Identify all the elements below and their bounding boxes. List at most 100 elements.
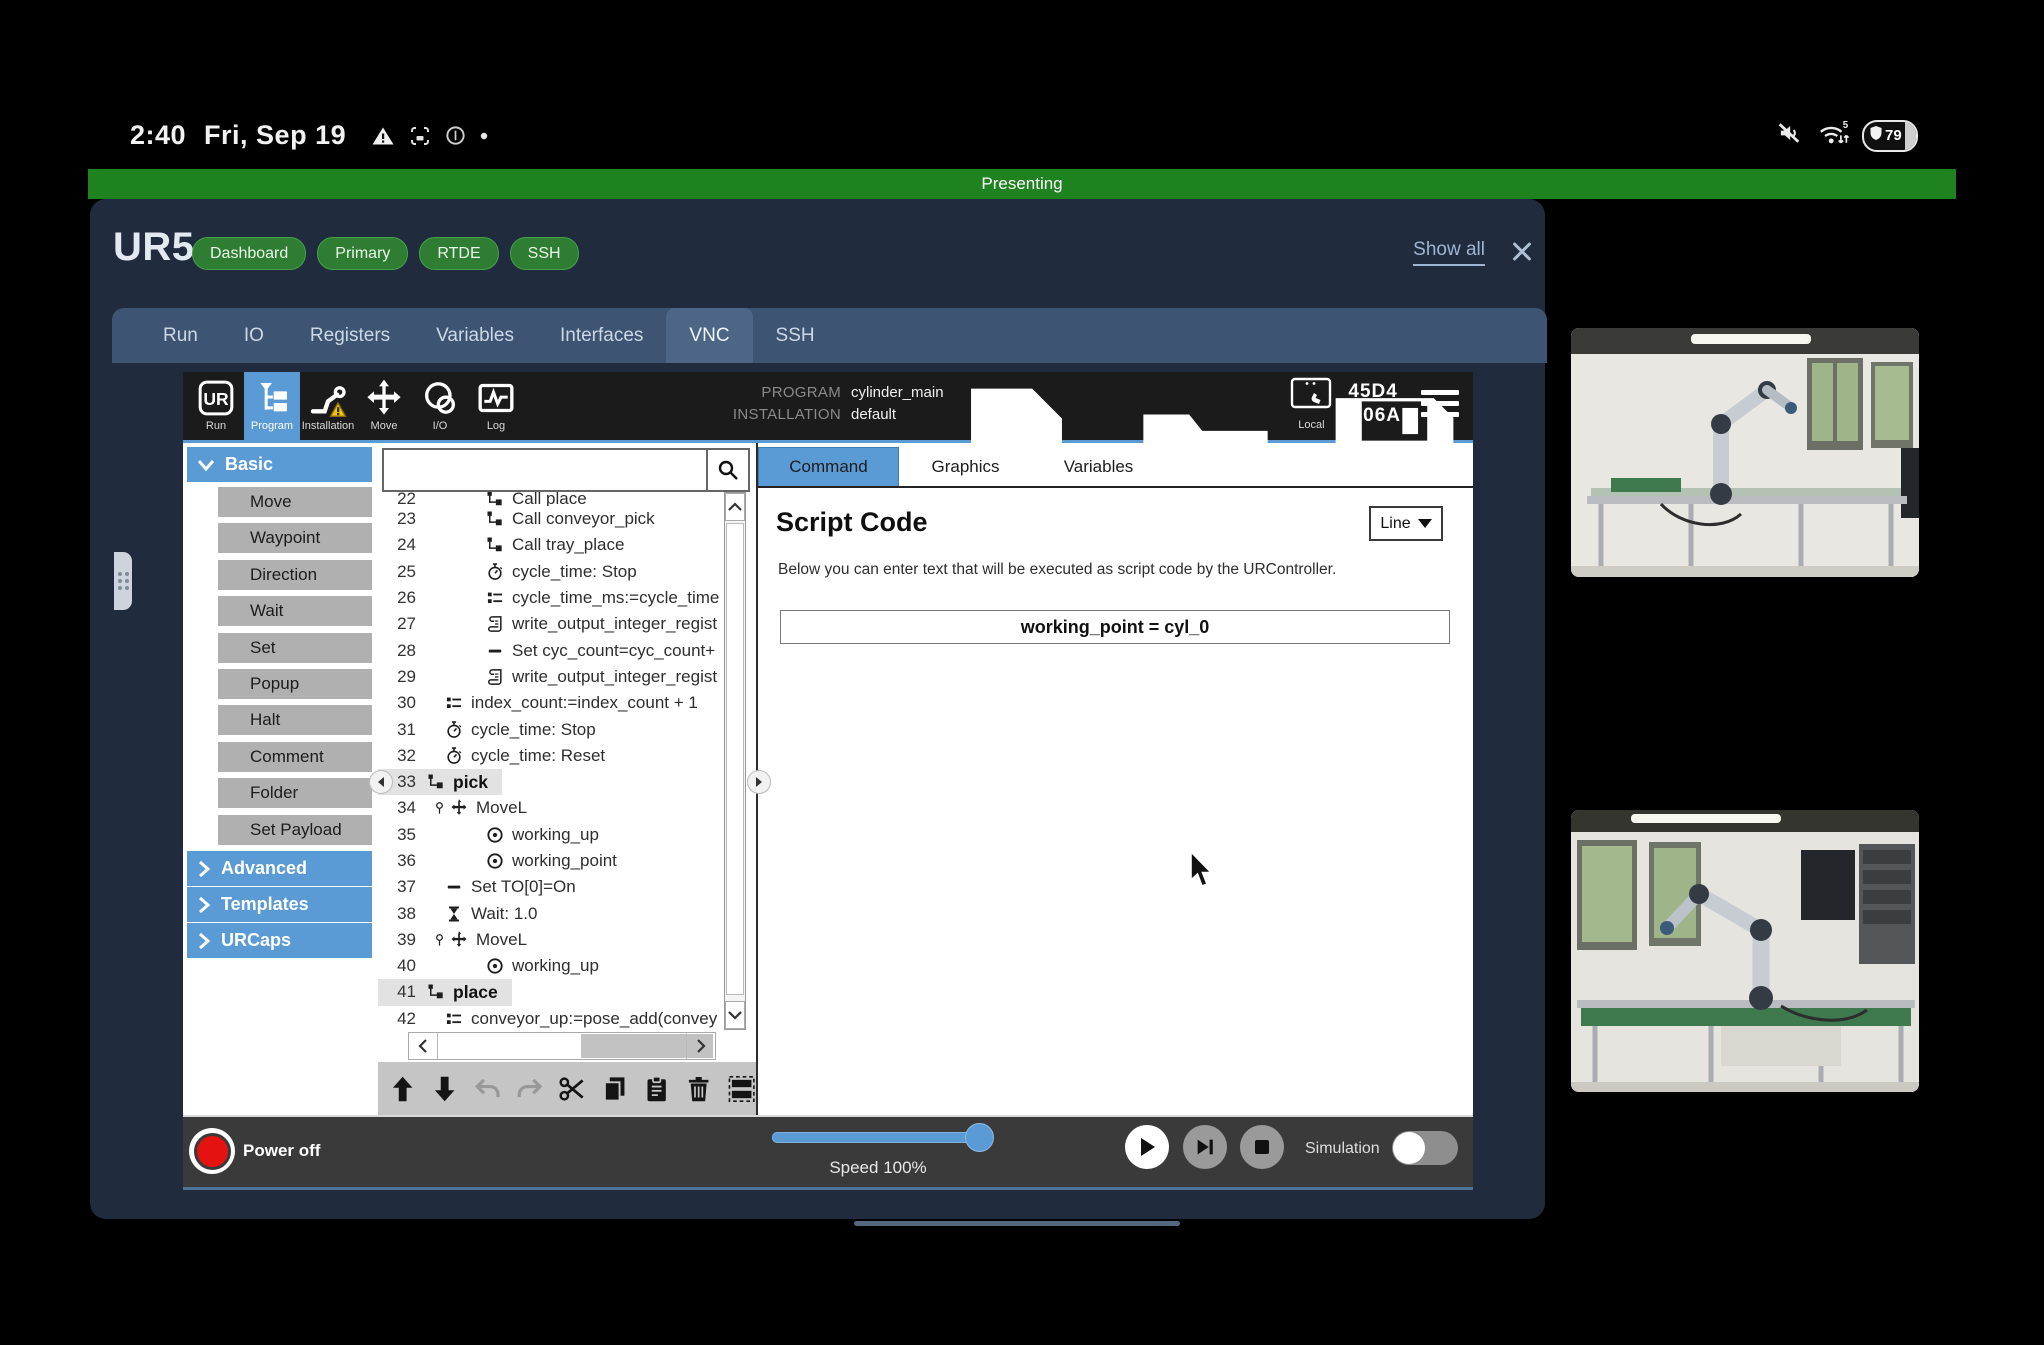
- polyscope-nav-item[interactable]: I/O: [412, 372, 468, 440]
- sidebar-section-advanced[interactable]: Advanced: [187, 851, 372, 886]
- program-tree-row[interactable]: 27 write_output_integer_regist: [378, 611, 724, 637]
- expand-panel-handle[interactable]: [747, 770, 771, 794]
- step-button[interactable]: [1183, 1125, 1227, 1169]
- play-button[interactable]: [1125, 1125, 1169, 1169]
- scroll-right-icon[interactable]: [686, 1033, 715, 1059]
- sidebar-item-set[interactable]: Set: [218, 633, 372, 663]
- sidebar-section-templates[interactable]: Templates: [187, 887, 372, 922]
- command-panel-tab[interactable]: Graphics: [899, 447, 1032, 486]
- polyscope-nav-item[interactable]: Log: [468, 372, 524, 440]
- hamburger-menu-icon[interactable]: [1415, 384, 1465, 423]
- sidebar-item-direction[interactable]: Direction: [218, 560, 372, 590]
- app-header: UR5 DashboardPrimaryRTDESSH Show all: [90, 199, 1545, 307]
- sidebar-item-wait[interactable]: Wait: [218, 596, 372, 626]
- scrollbar-thumb[interactable]: [726, 523, 744, 995]
- sidebar-section-urcaps[interactable]: URCaps: [187, 923, 372, 958]
- polyscope-nav-item[interactable]: Installation: [300, 372, 356, 440]
- search-input[interactable]: [384, 450, 706, 490]
- program-tree-row[interactable]: 24 Call tray_place: [378, 532, 724, 558]
- program-tree-row[interactable]: 41 place: [378, 979, 724, 1005]
- assign-icon: [444, 1009, 464, 1029]
- program-tree-row[interactable]: 25 cycle_time: Stop: [378, 559, 724, 585]
- program-tree-row[interactable]: 32 cycle_time: Reset: [378, 743, 724, 769]
- cut-scissors-icon[interactable]: [557, 1073, 586, 1105]
- speed-slider[interactable]: [772, 1132, 989, 1143]
- polyscope-nav-item[interactable]: Program: [244, 372, 300, 440]
- program-tree-row[interactable]: 33 pick: [378, 769, 724, 795]
- program-tree-row[interactable]: 40 working_up: [378, 953, 724, 979]
- scroll-left-icon[interactable]: [409, 1033, 438, 1059]
- close-icon[interactable]: [1507, 237, 1537, 267]
- battery-shield-icon: 79: [1862, 120, 1918, 152]
- sidebar-item-set-payload[interactable]: Set Payload: [218, 815, 372, 845]
- simulation-toggle[interactable]: [1392, 1131, 1458, 1165]
- polyscope-nav-item[interactable]: Move: [356, 372, 412, 440]
- program-tree-row[interactable]: 23 Call conveyor_pick: [378, 506, 724, 532]
- program-tree-row[interactable]: 37 Set TO[0]=On: [378, 874, 724, 900]
- program-tree-row[interactable]: 34 MoveL: [378, 795, 724, 821]
- program-tree-row[interactable]: 28 Set cyc_count=cyc_count+: [378, 637, 724, 663]
- command-panel-tab[interactable]: Variables: [1032, 447, 1165, 486]
- mouse-cursor: [1189, 851, 1215, 894]
- sidebar-item-comment[interactable]: Comment: [218, 742, 372, 772]
- program-search-box: [382, 448, 750, 492]
- command-panel-tab[interactable]: Command: [758, 447, 899, 486]
- copy-icon[interactable]: [600, 1073, 629, 1105]
- robot-lab-photo-top: [1571, 328, 1919, 577]
- app-tab[interactable]: Registers: [287, 308, 413, 363]
- edge-panel-handle[interactable]: [114, 552, 132, 610]
- tree-vertical-scrollbar[interactable]: [724, 492, 746, 1030]
- stop-button[interactable]: [1240, 1125, 1284, 1169]
- scroll-up-icon[interactable]: [725, 493, 745, 521]
- arrow-down-icon[interactable]: [430, 1073, 459, 1105]
- program-tree-row[interactable]: 29 write_output_integer_regist: [378, 664, 724, 690]
- delete-trash-icon[interactable]: [684, 1073, 713, 1105]
- app-tab[interactable]: Interfaces: [537, 308, 666, 363]
- undo-icon[interactable]: [473, 1073, 502, 1105]
- program-tree-row[interactable]: 31 cycle_time: Stop: [378, 716, 724, 742]
- app-tab[interactable]: VNC: [666, 308, 752, 363]
- program-tree-row[interactable]: 30 index_count:=index_count + 1: [378, 690, 724, 716]
- script-expression-input[interactable]: working_point = cyl_0: [780, 610, 1450, 644]
- program-tree-row[interactable]: 36 working_point: [378, 848, 724, 874]
- app-tab[interactable]: SSH: [753, 308, 838, 363]
- tree-horizontal-scrollbar[interactable]: [408, 1032, 716, 1060]
- polyscope-nav-item[interactable]: UR Run: [188, 372, 244, 440]
- power-off-button[interactable]: [189, 1128, 235, 1174]
- sidebar-section-basic[interactable]: Basic: [187, 447, 372, 482]
- search-icon[interactable]: [706, 450, 748, 490]
- sidebar-item-folder[interactable]: Folder: [218, 778, 372, 808]
- app-tab[interactable]: IO: [221, 308, 287, 363]
- node-sidebar: Basic Move Waypoint Direction Wait Set Popup Ha…: [183, 443, 378, 1115]
- app-tab[interactable]: Variables: [413, 308, 537, 363]
- sidebar-item-move[interactable]: Move: [218, 487, 372, 517]
- show-all-link[interactable]: Show all: [1413, 239, 1485, 266]
- suppress-icon[interactable]: [727, 1073, 756, 1105]
- home-indicator[interactable]: [854, 1221, 1180, 1226]
- program-tree-row[interactable]: 22 Call place: [378, 492, 724, 506]
- script-type-dropdown[interactable]: Line: [1369, 506, 1443, 541]
- paste-clipboard-icon[interactable]: [642, 1073, 671, 1105]
- safety-checksum: 45D4 D06A: [1348, 380, 1401, 428]
- program-tree-row[interactable]: 39 MoveL: [378, 927, 724, 953]
- arrow-up-icon[interactable]: [388, 1073, 417, 1105]
- scroll-down-icon[interactable]: [725, 1001, 745, 1029]
- program-tree-row[interactable]: 35 working_up: [378, 822, 724, 848]
- program-tree-row[interactable]: 38 Wait: 1.0: [378, 900, 724, 926]
- sidebar-item-popup[interactable]: Popup: [218, 669, 372, 699]
- call-icon: [426, 982, 446, 1002]
- local-mode-button[interactable]: Local: [1288, 376, 1334, 431]
- collapse-sidebar-handle[interactable]: [369, 770, 393, 794]
- program-tree-row[interactable]: 42 conveyor_up:=pose_add(convey: [378, 1006, 724, 1030]
- waypoint-icon: [485, 956, 505, 976]
- warning-icon: [370, 124, 396, 148]
- speed-slider-knob[interactable]: [965, 1123, 994, 1152]
- program-tree-row[interactable]: 26 cycle_time_ms:=cycle_time: [378, 585, 724, 611]
- sidebar-item-waypoint[interactable]: Waypoint: [218, 523, 372, 553]
- assign-icon: [485, 588, 505, 608]
- redo-icon[interactable]: [515, 1073, 544, 1105]
- app-tab[interactable]: Run: [140, 308, 221, 363]
- chevron-down-icon: [197, 458, 215, 472]
- sidebar-item-halt[interactable]: Halt: [218, 705, 372, 735]
- program-tree: 22 Call place 23: [378, 492, 724, 1030]
